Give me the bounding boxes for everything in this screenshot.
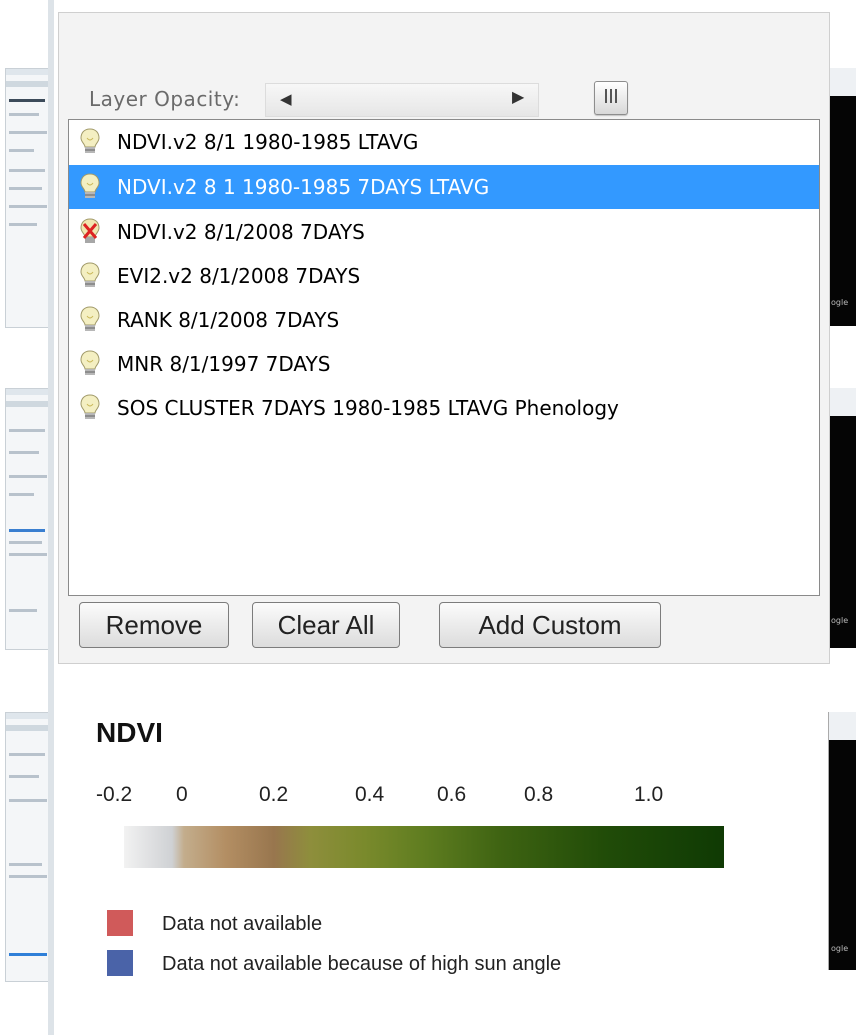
background-window-thumbnail <box>5 712 52 982</box>
background-map-thumbnail: ogle <box>828 388 856 648</box>
layer-row[interactable]: NDVI.v2 8/1 1980-1985 LTAVG <box>69 120 819 164</box>
lightbulb-icon[interactable] <box>80 306 100 334</box>
layer-row[interactable]: MNR 8/1/1997 7DAYS <box>69 342 819 386</box>
legend-tick-label: 0.4 <box>355 783 385 806</box>
slider-left-arrow-icon[interactable]: ◀ <box>280 90 292 108</box>
not-available-label: Data not available <box>162 913 323 935</box>
lightbulb-icon[interactable] <box>80 350 100 378</box>
layer-label: MNR 8/1/1997 7DAYS <box>117 352 331 376</box>
not-available-swatch <box>107 910 133 936</box>
layer-list: NDVI.v2 8/1 1980-1985 LTAVG NDVI.v2 8 1 1… <box>68 119 820 596</box>
layer-row[interactable]: RANK 8/1/2008 7DAYS <box>69 298 819 342</box>
ndvi-colorbar <box>124 826 724 868</box>
opacity-slider[interactable]: ◀ <box>265 81 628 117</box>
error-x-icon[interactable] <box>80 218 100 246</box>
layer-row[interactable]: NDVI.v2 8/1/2008 7DAYS <box>69 210 819 254</box>
layer-row[interactable]: SOS CLUSTER 7DAYS 1980-1985 LTAVG Phenol… <box>69 386 819 430</box>
lightbulb-icon[interactable] <box>80 394 100 422</box>
legend-title: NDVI <box>96 717 163 748</box>
legend-tick-label: 0 <box>176 783 188 806</box>
background-window-thumbnail <box>5 388 52 650</box>
legend-tick-label: 0.2 <box>259 783 289 806</box>
legend-tick-label: 0.8 <box>524 783 554 806</box>
layer-label: NDVI.v2 8/1 1980-1985 LTAVG <box>117 130 419 154</box>
clear-all-button[interactable]: Clear All <box>252 602 400 648</box>
sun-angle-swatch <box>107 950 133 976</box>
legend-tick-label: 1.0 <box>634 783 664 806</box>
lightbulb-icon[interactable] <box>80 262 100 290</box>
layer-label: EVI2.v2 8/1/2008 7DAYS <box>117 264 361 288</box>
sun-angle-label: Data not available because of high sun a… <box>162 953 562 975</box>
opacity-row: Layer Opacity: ◀ ▶ <box>89 81 769 119</box>
legend-tick-label: -0.2 <box>96 783 133 806</box>
layer-label: NDVI.v2 8 1 1980-1985 7DAYS LTAVG <box>117 175 490 199</box>
lightbulb-icon[interactable] <box>80 173 100 201</box>
background-window-thumbnail <box>5 68 52 328</box>
slider-right-arrow-icon[interactable]: ▶ <box>512 87 524 106</box>
remove-button[interactable]: Remove <box>79 602 229 648</box>
layer-panel: Layer Opacity: ◀ ▶ NDVI.v2 8/1 1980-1985… <box>58 12 830 664</box>
layer-label: SOS CLUSTER 7DAYS 1980-1985 LTAVG Phenol… <box>117 396 619 420</box>
opacity-label: Layer Opacity: <box>89 87 241 111</box>
layer-row[interactable]: NDVI.v2 8 1 1980-1985 7DAYS LTAVG <box>69 165 819 209</box>
layer-row[interactable]: EVI2.v2 8/1/2008 7DAYS <box>69 254 819 298</box>
background-map-thumbnail: ogle <box>828 712 856 970</box>
lightbulb-icon[interactable] <box>80 128 100 156</box>
add-custom-button[interactable]: Add Custom <box>439 602 661 648</box>
layer-label: NDVI.v2 8/1/2008 7DAYS <box>117 220 365 244</box>
legend-tick-label: 0.6 <box>437 783 467 806</box>
opacity-slider-thumb[interactable] <box>594 81 628 115</box>
window-edge <box>48 0 54 1035</box>
layer-label: RANK 8/1/2008 7DAYS <box>117 308 340 332</box>
background-map-thumbnail: ogle <box>828 68 856 326</box>
